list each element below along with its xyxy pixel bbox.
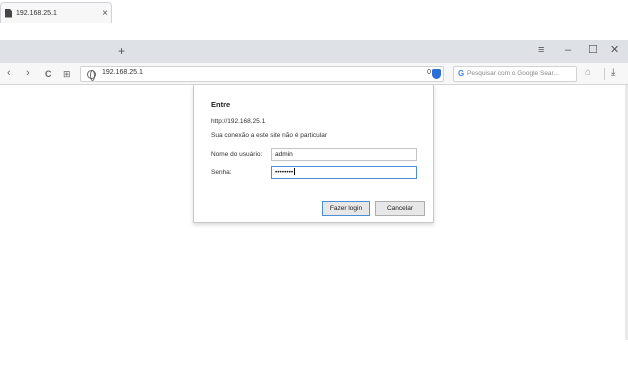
cancel-button[interactable]: Cancelar <box>375 201 425 216</box>
forward-button[interactable]: › <box>26 66 30 80</box>
speed-dial-button[interactable]: ⊞ <box>63 67 71 81</box>
tab-bar <box>0 40 628 63</box>
minimize-button[interactable]: – <box>565 43 571 57</box>
new-tab-button[interactable]: + <box>118 44 125 58</box>
tab-active[interactable]: 192.168.25.1 × <box>0 2 112 23</box>
shield-icon[interactable] <box>432 69 441 79</box>
close-window-button[interactable]: ✕ <box>610 43 619 57</box>
tab-close-icon[interactable]: × <box>99 8 111 19</box>
address-bar[interactable]: 192.168.25.1 0 <box>80 66 444 82</box>
browser-window: 192.168.25.1 × + ≡ – ☐ ✕ ‹ › C ⊞ 192.168… <box>0 0 628 380</box>
download-icon[interactable]: ⤓ <box>611 67 615 79</box>
back-button[interactable]: ‹ <box>7 66 11 80</box>
privacy-warning: Sua conexão a este site não é particular <box>211 132 327 139</box>
url-text: 192.168.25.1 <box>102 69 143 76</box>
site-address: http://192.168.25.1 <box>211 118 266 125</box>
username-field[interactable]: admin <box>271 148 417 161</box>
page-icon <box>5 8 12 18</box>
password-label: Senha: <box>211 169 232 176</box>
login-button[interactable]: Fazer login <box>322 201 370 216</box>
google-icon: G <box>458 69 465 78</box>
password-mask: •••••••• <box>275 169 294 176</box>
login-dialog: Entre http://192.168.25.1 Sua conexão a … <box>193 85 434 223</box>
blocked-count: 0 <box>427 69 431 76</box>
username-value: admin <box>275 151 293 158</box>
maximize-button[interactable]: ☐ <box>588 43 598 57</box>
globe-icon <box>87 70 96 81</box>
bookmark-icon[interactable]: ⌂ <box>585 67 591 79</box>
dialog-title: Entre <box>211 100 231 109</box>
tab-title: 192.168.25.1 <box>16 9 57 17</box>
password-field[interactable]: •••••••• <box>271 166 417 179</box>
search-field[interactable]: G Pesquisar com o Google Sear... <box>453 66 577 82</box>
toolbar-divider <box>604 68 605 80</box>
text-caret <box>294 168 296 175</box>
menu-icon[interactable]: ≡ <box>538 43 544 57</box>
reload-button[interactable]: C <box>45 67 52 81</box>
search-placeholder: Pesquisar com o Google Sear... <box>467 70 559 77</box>
username-label: Nome do usuário: <box>211 151 263 158</box>
